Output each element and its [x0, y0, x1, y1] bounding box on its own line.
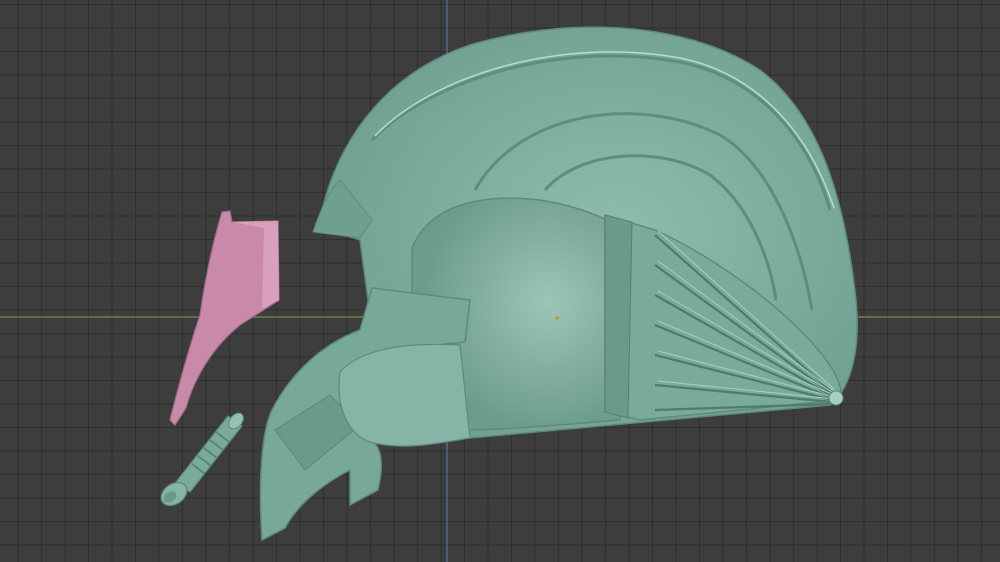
vent-ring	[604, 214, 633, 419]
helmet-shell[interactable]	[259, 26, 858, 542]
jaw-underside	[338, 343, 471, 447]
vent-tip	[828, 390, 844, 406]
face-plate-piece[interactable]	[169, 210, 280, 426]
face-plate-shape	[169, 210, 280, 426]
origin-marker	[555, 316, 559, 320]
scene-canvas[interactable]	[0, 0, 1000, 562]
3d-viewport[interactable]	[0, 0, 1000, 562]
tube-rod-piece[interactable]	[157, 410, 247, 510]
